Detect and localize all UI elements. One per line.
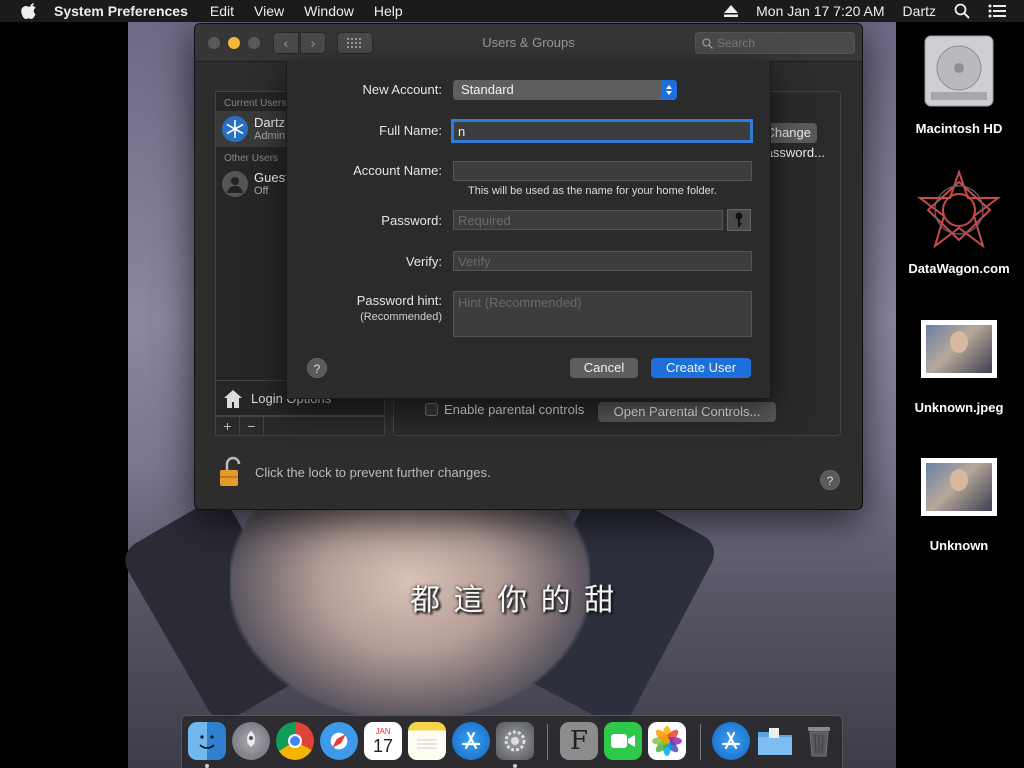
password-hint-sublabel: (Recommended) xyxy=(360,311,442,323)
downloads-folder-icon[interactable] xyxy=(756,722,794,760)
user-role: Admin xyxy=(254,129,286,142)
dock: JAN 17 F xyxy=(181,715,843,768)
menubar-status-area: Mon Jan 17 7:20 AM Dartz xyxy=(724,0,1024,22)
lock-row: Click the lock to prevent further change… xyxy=(219,456,491,488)
hard-drive-icon xyxy=(924,35,994,107)
desktop-icon-label: DataWagon.com xyxy=(908,261,1010,276)
full-name-input[interactable] xyxy=(451,119,753,143)
user-name: Dartz xyxy=(254,114,286,130)
spotlight-search-icon[interactable] xyxy=(954,3,970,19)
account-name-input[interactable] xyxy=(453,161,752,181)
eject-icon[interactable] xyxy=(724,5,739,17)
search-icon xyxy=(702,37,713,49)
account-name-label: Account Name: xyxy=(353,163,442,178)
house-icon xyxy=(224,389,242,408)
notes-icon[interactable] xyxy=(408,722,446,760)
remove-user-button[interactable]: − xyxy=(240,417,264,435)
account-name-hint: This will be used as the name for your h… xyxy=(468,185,717,197)
launchpad-icon[interactable] xyxy=(232,722,270,760)
menu-view[interactable]: View xyxy=(254,3,284,19)
image-thumbnail-icon xyxy=(921,458,997,516)
safari-icon[interactable] xyxy=(320,722,358,760)
menubar-user[interactable]: Dartz xyxy=(903,3,936,19)
password-hint-label: Password hint: (Recommended) xyxy=(357,293,442,323)
apple-icon[interactable] xyxy=(20,3,40,19)
photos-icon[interactable] xyxy=(648,722,686,760)
key-icon xyxy=(735,212,743,227)
open-parental-controls-button[interactable]: Open Parental Controls... xyxy=(598,402,776,422)
menu-window[interactable]: Window xyxy=(304,3,354,19)
system-preferences-icon[interactable] xyxy=(496,722,534,760)
running-indicator xyxy=(513,764,517,768)
menubar-clock[interactable]: Mon Jan 17 7:20 AM xyxy=(756,3,884,19)
snowflake-avatar-icon xyxy=(222,116,248,142)
add-user-button[interactable]: + xyxy=(216,417,240,435)
password-input[interactable] xyxy=(453,210,723,230)
account-type-popup[interactable]: Standard xyxy=(453,80,677,100)
chrome-icon[interactable] xyxy=(276,722,314,760)
running-indicator xyxy=(205,764,209,768)
notification-center-icon[interactable] xyxy=(988,4,1006,18)
full-name-label: Full Name: xyxy=(379,123,442,138)
desktop-icon-unknown[interactable]: Unknown xyxy=(900,458,1018,553)
calendar-month: JAN xyxy=(375,726,391,736)
parental-controls-row: Enable parental controls xyxy=(425,402,584,417)
app-menu-system-preferences[interactable]: System Preferences xyxy=(54,3,188,19)
password-hint-input[interactable] xyxy=(453,291,752,337)
lock-message: Click the lock to prevent further change… xyxy=(255,464,491,480)
calendar-day: 17 xyxy=(372,735,394,756)
account-type-value: Standard xyxy=(461,82,514,97)
window-titlebar[interactable]: ‹ › Users & Groups xyxy=(195,24,862,62)
trash-icon[interactable] xyxy=(800,722,838,760)
guest-avatar-icon xyxy=(222,171,248,197)
create-user-button[interactable]: Create User xyxy=(651,358,751,378)
password-assistant-button[interactable] xyxy=(727,209,751,231)
search-field[interactable] xyxy=(695,32,855,54)
desktop-icon-label: Unknown xyxy=(929,538,989,553)
finder-icon[interactable] xyxy=(188,722,226,760)
help-button[interactable]: ? xyxy=(820,470,840,490)
parental-controls-label: Enable parental controls xyxy=(444,402,585,417)
app-store-folder-icon[interactable] xyxy=(712,722,750,760)
desktop-icon-label: Macintosh HD xyxy=(915,121,1003,136)
password-label: Password: xyxy=(381,213,442,228)
menu-help[interactable]: Help xyxy=(374,3,403,19)
sheet-help-button[interactable]: ? xyxy=(307,358,327,378)
unlocked-padlock-icon[interactable] xyxy=(219,456,243,488)
dock-separator xyxy=(700,724,701,760)
parental-controls-checkbox[interactable] xyxy=(425,403,438,416)
image-thumbnail-icon xyxy=(921,320,997,378)
new-account-label: New Account: xyxy=(362,82,443,97)
password-hint-label-text: Password hint: xyxy=(356,293,442,308)
add-remove-bar: + − xyxy=(215,416,385,436)
verify-label: Verify: xyxy=(405,254,442,269)
desktop-icon-macintosh-hd[interactable]: Macintosh HD xyxy=(900,32,1018,136)
app-store-icon[interactable] xyxy=(452,722,490,760)
wallpaper-caption: 都 這 你 的 甜 xyxy=(410,583,617,618)
dock-separator xyxy=(547,724,548,760)
desktop-icon-unknown-jpeg[interactable]: Unknown.jpeg xyxy=(900,320,1018,415)
calendar-icon[interactable]: JAN 17 xyxy=(364,722,402,760)
font-book-icon[interactable]: F xyxy=(560,722,598,760)
search-input[interactable] xyxy=(717,36,847,50)
menu-bar: System Preferences Edit View Window Help… xyxy=(0,0,1024,22)
desktop-icon-datawagon[interactable]: DataWagon.com xyxy=(900,168,1018,276)
popup-arrows-icon xyxy=(661,80,677,100)
star-logo-icon xyxy=(917,168,1001,249)
new-account-sheet: New Account: Standard Full Name: Account… xyxy=(286,61,771,399)
menu-edit[interactable]: Edit xyxy=(210,3,234,19)
facetime-icon[interactable] xyxy=(604,722,642,760)
desktop-icon-label: Unknown.jpeg xyxy=(914,400,1004,415)
cancel-button[interactable]: Cancel xyxy=(570,358,638,378)
verify-input[interactable] xyxy=(453,251,752,271)
